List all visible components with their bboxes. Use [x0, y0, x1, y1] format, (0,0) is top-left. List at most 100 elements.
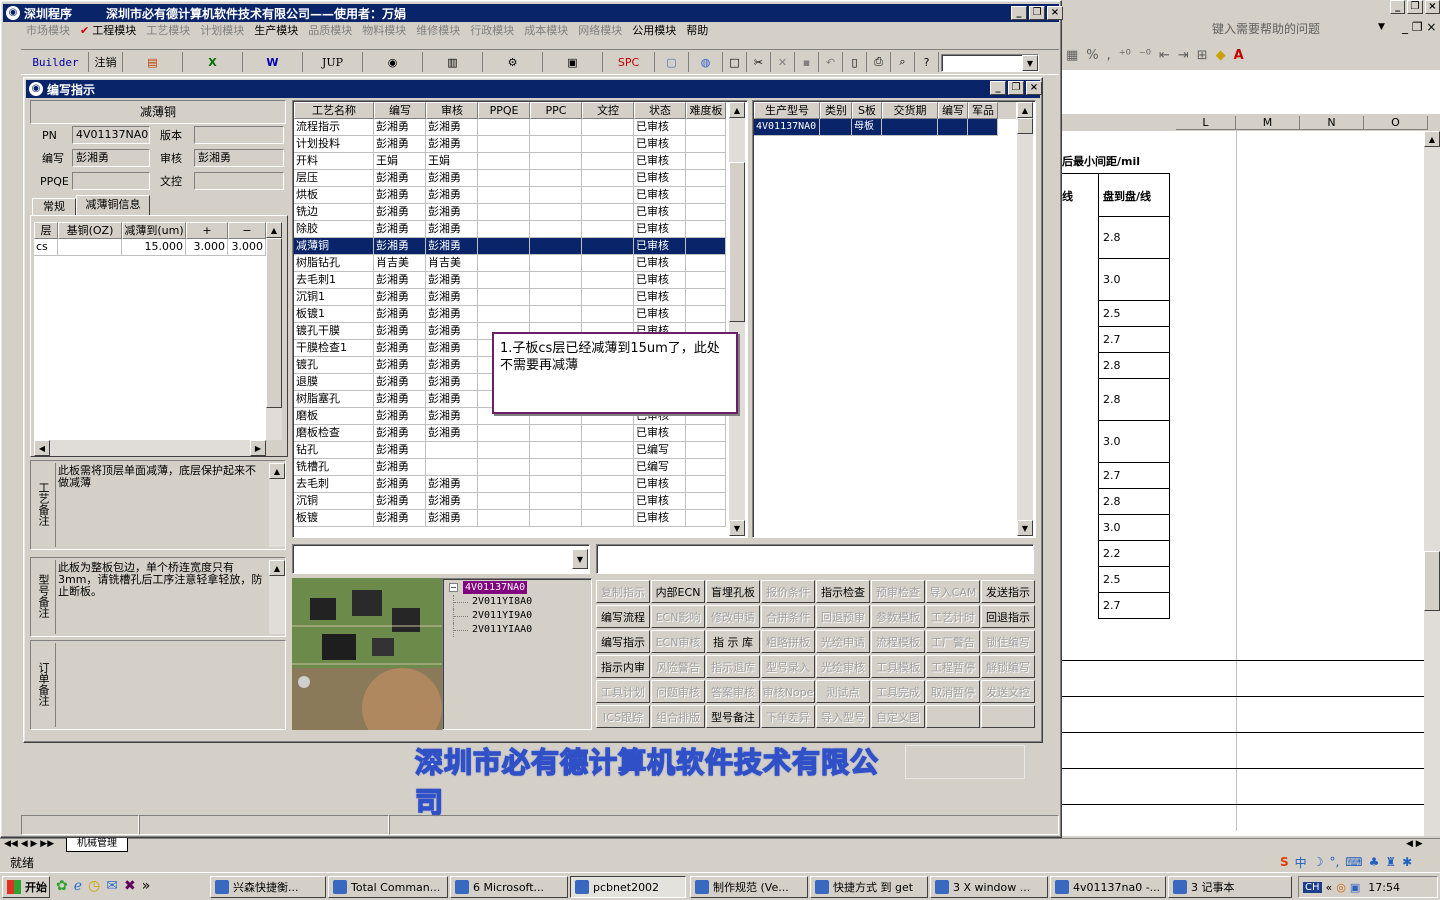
action-button-3-4[interactable]: 光绘审核: [816, 655, 870, 678]
action-button-2-7[interactable]: 锁住编写: [981, 630, 1035, 653]
ppqe-field[interactable]: [72, 172, 150, 190]
scroll-up-icon[interactable]: ▲: [729, 102, 745, 118]
sheet-nav-icons[interactable]: ◀◀ ◀ ▶ ▶▶: [4, 839, 54, 849]
scroll-up-icon[interactable]: ▲: [269, 463, 285, 479]
process-cell[interactable]: [582, 425, 634, 442]
process-cell[interactable]: [686, 221, 726, 238]
process-cell[interactable]: 彭湘勇: [374, 187, 426, 204]
process-cell[interactable]: [426, 442, 478, 459]
process-cell[interactable]: 彭湘勇: [374, 425, 426, 442]
process-cell[interactable]: [686, 493, 726, 510]
process-cell[interactable]: 彭湘勇: [426, 221, 478, 238]
process-cell[interactable]: 王娟: [374, 153, 426, 170]
action-button-4-1[interactable]: 问题审核: [651, 680, 705, 703]
process-cell[interactable]: 彭湘勇: [426, 510, 478, 527]
help-icon[interactable]: ?: [915, 52, 939, 72]
process-cell[interactable]: [530, 187, 582, 204]
action-button-2-6[interactable]: 工厂警告: [926, 630, 980, 653]
model-cell[interactable]: [968, 119, 998, 136]
process-cell[interactable]: [530, 153, 582, 170]
process-cell[interactable]: 铣槽孔: [294, 459, 374, 476]
process-cell[interactable]: [478, 136, 530, 153]
model-note-scroll[interactable]: ▲: [269, 560, 285, 634]
process-cell[interactable]: [686, 170, 726, 187]
action-button-3-1[interactable]: 风险警告: [651, 655, 705, 678]
process-cell[interactable]: 肖吉美: [374, 255, 426, 272]
monitor-icon[interactable]: ▢: [655, 52, 689, 72]
process-cell[interactable]: [530, 204, 582, 221]
process-col-header[interactable]: 编写: [374, 102, 426, 119]
scroll-up-icon[interactable]: ▲: [1424, 131, 1440, 147]
minimize-icon[interactable]: _: [1011, 6, 1027, 20]
process-cell[interactable]: 已审核: [634, 255, 686, 272]
process-col-header[interactable]: 状态: [634, 102, 686, 119]
process-cell[interactable]: 彭湘勇: [426, 272, 478, 289]
taskbar-item-8[interactable]: 3 记事本: [1168, 876, 1292, 898]
layer-col-header[interactable]: 减薄到(um): [122, 222, 186, 239]
process-cell[interactable]: 彭湘勇: [426, 323, 478, 340]
order-note-text[interactable]: [55, 643, 283, 727]
column-header-o[interactable]: O: [1364, 116, 1428, 130]
builder-button[interactable]: Builder: [23, 52, 89, 72]
process-cell[interactable]: 烘板: [294, 187, 374, 204]
menu-item-0[interactable]: 市场模块: [21, 23, 75, 41]
action-button-3-6[interactable]: 工程暂停: [926, 655, 980, 678]
process-cell[interactable]: 计划投料: [294, 136, 374, 153]
word-icon[interactable]: W: [243, 52, 303, 72]
process-cell[interactable]: 钻孔: [294, 442, 374, 459]
process-cell[interactable]: [582, 170, 634, 187]
process-cell[interactable]: [530, 272, 582, 289]
process-cell[interactable]: [530, 221, 582, 238]
layer-col-header[interactable]: 层: [34, 222, 58, 239]
action-button-5-6[interactable]: [926, 705, 980, 728]
menu-item-8[interactable]: 行政模块: [465, 23, 519, 41]
keyboard-icon[interactable]: ⌨: [1345, 855, 1362, 869]
process-cell[interactable]: 已编写: [634, 442, 686, 459]
process-cell[interactable]: [478, 153, 530, 170]
process-cell[interactable]: 铣边: [294, 204, 374, 221]
ime-mode-icon[interactable]: 中: [1295, 854, 1307, 871]
undo-icon[interactable]: ↶: [819, 52, 843, 72]
process-cell[interactable]: 沉铜1: [294, 289, 374, 306]
model-cell[interactable]: [882, 119, 938, 136]
model-note-text[interactable]: 此板为整板包边，单个桥连宽度只有3mm，请铣槽孔后工序注意轻拿轻放，防止断板。: [55, 560, 267, 634]
action-button-5-7[interactable]: [981, 705, 1035, 728]
taskbar-item-3[interactable]: pcbnet2002: [570, 876, 686, 898]
model-col-header[interactable]: 交货期: [882, 102, 938, 119]
layer-col-header[interactable]: 基铜(OZ): [58, 222, 122, 239]
model-cell[interactable]: 母板: [852, 119, 882, 136]
process-cell[interactable]: [686, 510, 726, 527]
find-icon[interactable]: ⌕: [891, 52, 915, 72]
process-row[interactable]: 流程指示 彭湘勇 彭湘勇 已审核: [294, 119, 726, 136]
process-cell[interactable]: 已审核: [634, 204, 686, 221]
process-cell[interactable]: 彭湘勇: [374, 136, 426, 153]
action-button-0-2[interactable]: 盲埋孔板: [706, 580, 760, 603]
action-button-2-0[interactable]: 编写指示: [596, 630, 650, 653]
process-cell[interactable]: 彭湘勇: [374, 357, 426, 374]
process-col-header[interactable]: 难度板: [686, 102, 726, 119]
model-row[interactable]: 4V01137NA0 母板: [754, 119, 1016, 136]
process-cell[interactable]: [582, 476, 634, 493]
process-cell[interactable]: [530, 476, 582, 493]
model-cell[interactable]: [820, 119, 852, 136]
scroll-right-icon[interactable]: ▶: [250, 440, 266, 456]
action-button-4-2[interactable]: 答案审核: [706, 680, 760, 703]
process-cell[interactable]: 彭湘勇: [374, 170, 426, 187]
logout-button[interactable]: 注销: [89, 52, 123, 72]
process-cell[interactable]: [478, 255, 530, 272]
menu-item-1[interactable]: ✔ 工程模块: [75, 23, 141, 41]
minimize-icon[interactable]: _: [1390, 0, 1406, 14]
process-cell[interactable]: [478, 306, 530, 323]
column-header-l[interactable]: L: [1176, 116, 1236, 130]
scroll-thumb[interactable]: [266, 238, 282, 408]
process-cell[interactable]: [582, 238, 634, 255]
process-cell[interactable]: [686, 442, 726, 459]
process-cell[interactable]: 彭湘勇: [374, 391, 426, 408]
process-cell[interactable]: 去毛刺: [294, 476, 374, 493]
internet-icon[interactable]: ◍: [689, 52, 723, 72]
layer-col-header[interactable]: +: [186, 222, 228, 239]
scroll-up-icon[interactable]: ▲: [1017, 102, 1033, 118]
process-col-header[interactable]: 文控: [582, 102, 634, 119]
process-cell[interactable]: [530, 459, 582, 476]
process-cell[interactable]: 彭湘勇: [426, 187, 478, 204]
